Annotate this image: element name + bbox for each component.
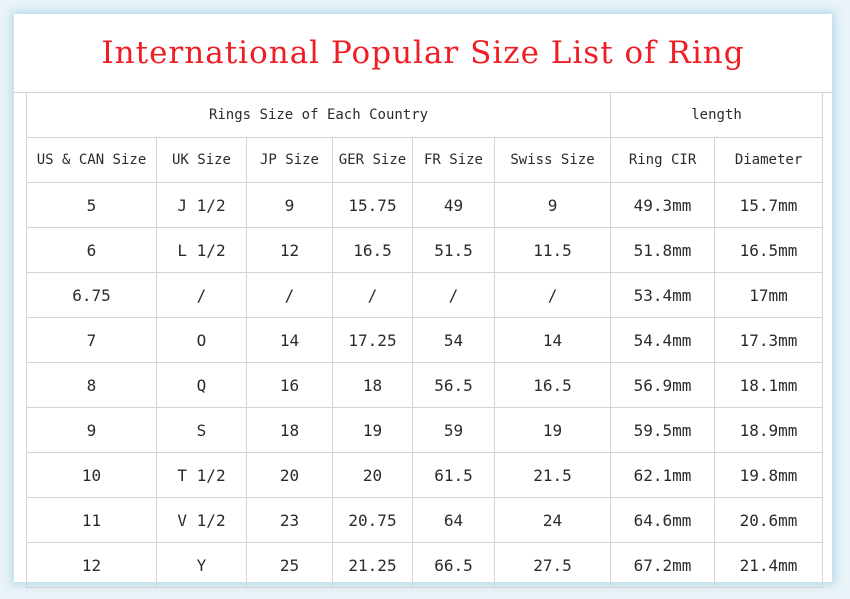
table-cell: 12	[246, 227, 333, 273]
table-cell: 19	[493, 407, 612, 453]
table-cell: /	[156, 272, 247, 318]
table-row: 7 O 14 17.25 54 14 54.4mm 17.3mm	[26, 317, 824, 363]
table-cell: 64.6mm	[610, 497, 716, 543]
table-cell: 18	[332, 362, 413, 408]
table-row: 8 Q 16 18 56.5 16.5 56.9mm 18.1mm	[26, 362, 824, 408]
table-cell: 56.9mm	[610, 362, 716, 408]
table-cell: 5	[26, 182, 157, 228]
table-cell: 6.75	[26, 272, 157, 318]
group-header-row: Rings Size of Each Country length	[25, 92, 824, 138]
ring-size-table: Rings Size of Each Country length US & C…	[25, 92, 824, 588]
table-cell: /	[332, 272, 413, 318]
table-cell: 66.5	[412, 542, 495, 588]
table-cell: 54	[412, 317, 495, 363]
table-cell: /	[493, 272, 612, 318]
table-cell: 61.5	[412, 452, 495, 498]
table-cell: 9	[26, 407, 157, 453]
table-cell: 17.3mm	[714, 317, 824, 363]
table-cell: Q	[156, 362, 247, 408]
column-header: GER Size	[332, 137, 413, 183]
table-cell: 21.4mm	[714, 542, 824, 588]
table-cell: 21.5	[493, 452, 612, 498]
table-cell: 49.3mm	[610, 182, 716, 228]
table-cell: 10	[26, 452, 157, 498]
table-cell: 16.5	[493, 362, 612, 408]
table-cell: 18.1mm	[714, 362, 824, 408]
table-cell: 54.4mm	[610, 317, 716, 363]
table-cell: /	[412, 272, 495, 318]
table-cell: 59	[412, 407, 495, 453]
table-cell: 9	[493, 182, 612, 228]
column-header: UK Size	[156, 137, 247, 183]
table-cell: Y	[156, 542, 247, 588]
table-cell: 49	[412, 182, 495, 228]
table-cell: J 1/2	[156, 182, 247, 228]
table-cell: 15.75	[332, 182, 413, 228]
table-row: 11 V 1/2 23 20.75 64 24 64.6mm 20.6mm	[26, 497, 824, 543]
table-cell: 19.8mm	[714, 452, 824, 498]
column-header-row: US & CAN Size UK Size JP Size GER Size F…	[26, 137, 824, 183]
column-header: US & CAN Size	[26, 137, 157, 183]
table-cell: 18.9mm	[714, 407, 824, 453]
column-header: JP Size	[246, 137, 333, 183]
table-row: 6L 1/2 12 16.5 51.5 11.5 51.8mm 16.5mm	[26, 227, 824, 273]
table-cell: 17mm	[714, 272, 824, 318]
table-cell: 15.7mm	[714, 182, 824, 228]
chart-title: International Popular Size List of Ring	[14, 14, 832, 93]
table-row: 6.75// / //53.4mm 17mm	[26, 272, 824, 318]
table-cell: 59.5mm	[610, 407, 716, 453]
table-cell: 16.5mm	[714, 227, 824, 273]
table-cell: 7	[26, 317, 157, 363]
table-cell: 20.75	[332, 497, 413, 543]
table-cell: S	[156, 407, 247, 453]
table-cell: 11.5	[493, 227, 612, 273]
table-cell: 51.5	[412, 227, 495, 273]
table-cell: 67.2mm	[610, 542, 716, 588]
table-cell: /	[246, 272, 333, 318]
column-header: Diameter	[714, 137, 824, 183]
table-cell: 17.25	[332, 317, 413, 363]
table-row: 9 S 18 19 59 19 59.5mm 18.9mm	[26, 407, 824, 453]
table-cell: 62.1mm	[610, 452, 716, 498]
table-cell: 18	[246, 407, 333, 453]
column-header: FR Size	[412, 137, 495, 183]
table-row: 12 Y 25 21.25 66.5 27.5 67.2mm 21.4mm	[26, 542, 824, 588]
table-row: 10 T 1/2 20 20 61.5 21.5 62.1mm 19.8mm	[26, 452, 824, 498]
table-cell: 8	[26, 362, 157, 408]
table-cell: 25	[246, 542, 333, 588]
table-cell: L 1/2	[156, 227, 247, 273]
size-chart-card: International Popular Size List of Ring …	[14, 14, 832, 588]
table-cell: 20	[332, 452, 413, 498]
table-cell: 14	[246, 317, 333, 363]
column-header: Swiss Size	[493, 137, 612, 183]
table-cell: 16	[246, 362, 333, 408]
table-cell: 23	[246, 497, 333, 543]
table-cell: 51.8mm	[610, 227, 716, 273]
country-group-header: Rings Size of Each Country	[25, 92, 612, 138]
table-cell: 19	[332, 407, 413, 453]
table-cell: 16.5	[332, 227, 413, 273]
length-group-header: length	[610, 92, 824, 138]
table-cell: V 1/2	[156, 497, 247, 543]
column-header: Ring CIR	[610, 137, 716, 183]
table-cell: T 1/2	[156, 452, 247, 498]
table-cell: 14	[493, 317, 612, 363]
table-cell: 20	[246, 452, 333, 498]
table-row: 5J 1/2 9 15.75 49 9 49.3mm 15.7mm	[26, 182, 824, 228]
table-cell: 11	[26, 497, 157, 543]
table-cell: 27.5	[493, 542, 612, 588]
table-cell: 21.25	[332, 542, 413, 588]
table-cell: 12	[26, 542, 157, 588]
table-cell: 64	[412, 497, 495, 543]
table-cell: 20.6mm	[714, 497, 824, 543]
table-cell: 9	[246, 182, 333, 228]
table-cell: 24	[493, 497, 612, 543]
table-cell: O	[156, 317, 247, 363]
table-cell: 6	[26, 227, 157, 273]
table-cell: 53.4mm	[610, 272, 716, 318]
table-cell: 56.5	[412, 362, 495, 408]
